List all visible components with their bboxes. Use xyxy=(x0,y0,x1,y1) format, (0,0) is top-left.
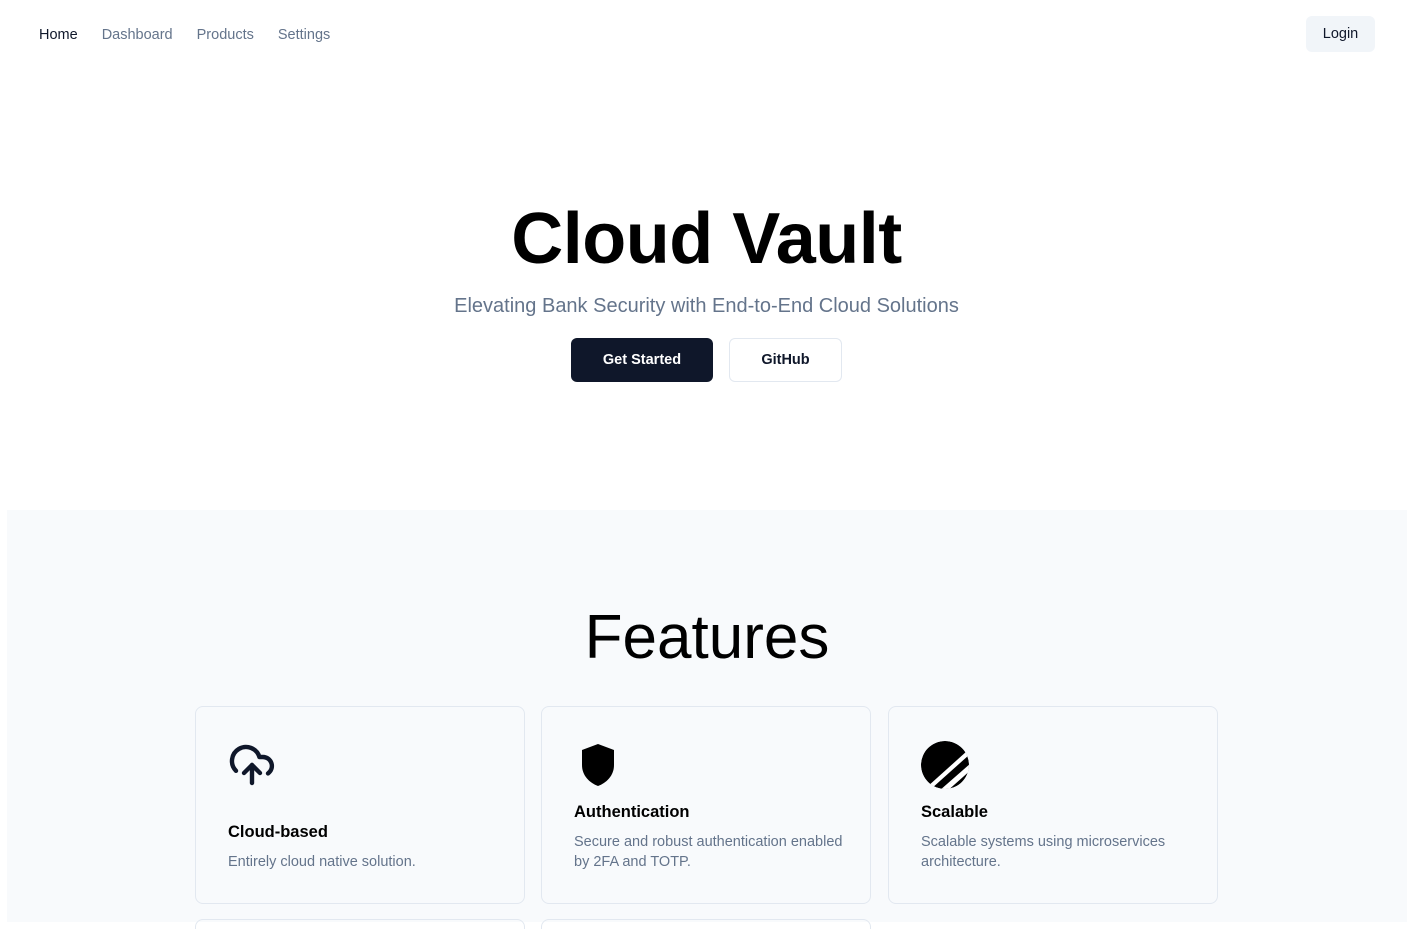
cloud-upload-icon xyxy=(228,741,276,789)
feature-card-scalable: Scalable Scalable systems using microser… xyxy=(888,706,1218,904)
hero-subtitle: Elevating Bank Security with End-to-End … xyxy=(454,295,959,317)
hero-title: Cloud Vault xyxy=(511,199,902,279)
shield-icon xyxy=(574,741,622,789)
feature-card-description: Entirely cloud native solution. xyxy=(228,854,416,870)
feature-card-title: Cloud-based xyxy=(228,823,328,841)
planetscale-icon xyxy=(921,741,969,789)
feature-card-description: Secure and robust authentication enabled… xyxy=(574,834,843,870)
feature-card-partial xyxy=(195,919,525,929)
features-title: Features xyxy=(584,603,830,672)
hero-section: Cloud Vault Elevating Bank Security with… xyxy=(0,0,1413,510)
feature-card-title: Authentication xyxy=(574,803,690,821)
feature-card-title: Scalable xyxy=(921,803,988,821)
github-button[interactable]: GitHub xyxy=(729,338,842,382)
feature-card-partial xyxy=(541,919,871,929)
feature-card-authentication: Authentication Secure and robust authent… xyxy=(541,706,871,904)
get-started-button[interactable]: Get Started xyxy=(571,338,713,382)
feature-card-cloud-based: Cloud-based Entirely cloud native soluti… xyxy=(195,706,525,904)
feature-card-description: Scalable systems using microservices arc… xyxy=(921,834,1166,870)
features-section: Features Cloud-based Entirely cloud nati… xyxy=(7,510,1407,929)
